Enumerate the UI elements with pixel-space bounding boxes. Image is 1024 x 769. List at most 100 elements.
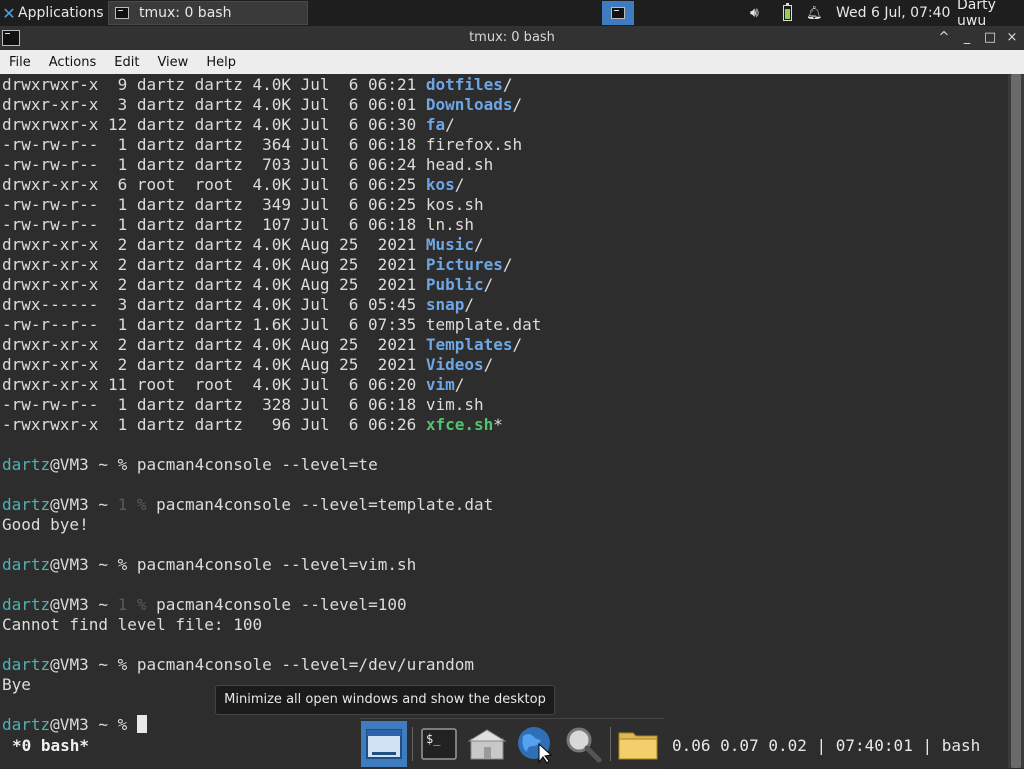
close-button[interactable]: ×	[1003, 29, 1021, 47]
listing-line: -rw-rw-r-- 1 dartz dartz 349 Jul 6 06:25…	[2, 195, 484, 215]
prompt-user: dartz	[2, 655, 51, 674]
dir-suffix: /	[474, 235, 484, 254]
applications-menu-button[interactable]: ✕ Applications	[0, 0, 104, 26]
home-folder-icon[interactable]	[464, 721, 510, 767]
window-titlebar[interactable]: tmux: 0 bash ^ _ □ ×	[0, 26, 1024, 50]
dir-suffix: /	[512, 335, 523, 354]
file-meta: drwxr-xr-x 2 dartz dartz 4.0K Aug 25 202…	[2, 335, 426, 354]
file-meta: drwxr-xr-x 2 dartz dartz 4.0K Aug 25 202…	[2, 235, 426, 254]
terminal-icon	[115, 7, 129, 19]
command-text: % pacman4console --level=/dev/urandom	[117, 655, 475, 674]
terminal-icon[interactable]: $_	[416, 721, 462, 767]
dir-suffix: /	[512, 95, 523, 114]
output-line: Cannot find level file: 100	[2, 615, 262, 635]
maximize-button[interactable]: □	[981, 29, 999, 47]
dir-suffix: /	[445, 115, 455, 134]
listing-line: drwxr-xr-x 11 root root 4.0K Jul 6 06:20…	[2, 375, 464, 395]
user-menu[interactable]: Darty uwu	[957, 0, 1024, 29]
output-line: Bye	[2, 675, 31, 695]
file-name: Templates	[425, 335, 513, 354]
file-name: kos.sh	[425, 195, 484, 214]
file-meta: drwxrwxr-x 12 dartz dartz 4.0K Jul 6 06:…	[2, 115, 426, 134]
file-name: snap	[425, 295, 465, 314]
command-text: pacman4console --level=100	[156, 595, 407, 614]
file-name: vim.sh	[425, 395, 484, 414]
file-meta: drwxr-xr-x 2 dartz dartz 4.0K Aug 25 202…	[2, 255, 426, 274]
prompt-line: dartz@VM3 ~ % pacman4console --level=te	[2, 455, 378, 475]
listing-line: drwxr-xr-x 2 dartz dartz 4.0K Aug 25 202…	[2, 235, 484, 255]
menu-edit[interactable]: Edit	[105, 55, 148, 70]
prompt-symbol: %	[117, 715, 137, 734]
clock[interactable]: Wed 6 Jul, 07:40	[836, 5, 950, 21]
battery-icon[interactable]	[783, 3, 792, 21]
prompt-line: dartz@VM3 ~ 1 % pacman4console --level=t…	[2, 495, 493, 515]
show-desktop-icon[interactable]	[361, 721, 407, 767]
window-title: tmux: 0 bash	[469, 30, 555, 45]
file-name: template.dat	[425, 315, 542, 334]
listing-line: -rw-rw-r-- 1 dartz dartz 328 Jul 6 06:18…	[2, 395, 484, 415]
listing-line: -rw-rw-r-- 1 dartz dartz 703 Jul 6 06:24…	[2, 155, 493, 175]
shade-button[interactable]: ^	[935, 29, 953, 47]
volume-icon[interactable]: 🔊︎	[750, 5, 759, 21]
file-name: head.sh	[425, 155, 494, 174]
prompt-user: dartz	[2, 595, 51, 614]
menu-bar: File Actions Edit View Help	[0, 50, 1024, 74]
prompt-user: dartz	[2, 555, 51, 574]
minimize-button[interactable]: _	[958, 29, 976, 47]
xfce-logo-icon: ✕	[2, 3, 16, 23]
command-output: Cannot find level file: 100	[2, 615, 263, 634]
workspace-switcher[interactable]	[602, 1, 634, 25]
applications-label: Applications	[18, 5, 104, 21]
terminal-area[interactable]: drwxrwxr-x 9 dartz dartz 4.0K Jul 6 06:2…	[0, 74, 1008, 768]
menu-actions[interactable]: Actions	[40, 55, 106, 70]
listing-line: drwxr-xr-x 3 dartz dartz 4.0K Jul 6 06:0…	[2, 95, 522, 115]
file-name: dotfiles	[425, 75, 503, 94]
listing-line: drwxr-xr-x 6 root root 4.0K Jul 6 06:25 …	[2, 175, 464, 195]
prompt-host: @VM3 ~	[50, 595, 118, 614]
file-name: Music	[425, 235, 475, 254]
prompt-line: dartz@VM3 ~ % pacman4console --level=vim…	[2, 555, 416, 575]
listing-line: drwxrwxr-x 12 dartz dartz 4.0K Jul 6 06:…	[2, 115, 455, 135]
notification-bell-icon[interactable]: 🔔︎	[806, 6, 823, 21]
file-name: firefox.sh	[425, 135, 523, 154]
dir-suffix: /	[483, 355, 494, 374]
taskbar-window-button[interactable]: tmux: 0 bash	[108, 1, 308, 25]
menu-help[interactable]: Help	[197, 55, 245, 70]
command-output: Bye	[2, 675, 31, 694]
file-meta: drwxr-xr-x 2 dartz dartz 4.0K Aug 25 202…	[2, 355, 426, 374]
dir-suffix: /	[454, 175, 465, 194]
listing-line: drwxrwxr-x 9 dartz dartz 4.0K Jul 6 06:2…	[2, 75, 513, 95]
exit-code: 1 %	[117, 495, 157, 514]
dir-suffix: /	[464, 295, 475, 314]
terminal-scrollbar[interactable]	[1008, 74, 1024, 768]
command-text: pacman4console --level=template.dat	[156, 495, 494, 514]
menu-view[interactable]: View	[148, 55, 197, 70]
menu-file[interactable]: File	[0, 55, 40, 70]
dir-suffix: /	[483, 275, 494, 294]
dir-suffix: /	[454, 375, 465, 394]
top-panel: ✕ Applications tmux: 0 bash 🔊︎ 🔔︎ Wed 6 …	[0, 0, 1024, 29]
tmux-status-right: 0.06 0.07 0.02 | 07:40:01 | bash	[672, 736, 981, 755]
listing-line: -rw-rw-r-- 1 dartz dartz 107 Jul 6 06:18…	[2, 215, 474, 235]
svg-text:$_: $_	[426, 732, 441, 746]
listing-line: drwxr-xr-x 2 dartz dartz 4.0K Aug 25 202…	[2, 335, 522, 355]
exe-suffix: *	[493, 415, 503, 434]
app-finder-icon[interactable]	[560, 721, 606, 767]
listing-line: drwxr-xr-x 2 dartz dartz 4.0K Aug 25 202…	[2, 255, 513, 275]
web-browser-icon[interactable]	[512, 721, 558, 767]
listing-line: drwxr-xr-x 2 dartz dartz 4.0K Aug 25 202…	[2, 275, 493, 295]
dir-suffix: /	[502, 255, 513, 274]
listing-line: drwxr-xr-x 2 dartz dartz 4.0K Aug 25 202…	[2, 355, 493, 375]
file-meta: drwxrwxr-x 9 dartz dartz 4.0K Jul 6 06:2…	[2, 75, 426, 94]
prompt-host: @VM3 ~	[50, 555, 118, 574]
file-name: xfce.sh	[425, 415, 494, 434]
prompt-line: dartz@VM3 ~ 1 % pacman4console --level=1…	[2, 595, 407, 615]
scrollbar-thumb[interactable]	[1011, 74, 1021, 768]
prompt-user: dartz	[2, 715, 51, 734]
prompt-user: dartz	[2, 495, 51, 514]
output-line: Good bye!	[2, 515, 89, 535]
file-meta: drwx------ 3 dartz dartz 4.0K Jul 6 05:4…	[2, 295, 426, 314]
file-meta: -rw-rw-r-- 1 dartz dartz 703 Jul 6 06:24	[2, 155, 426, 174]
file-name: fa	[425, 115, 446, 134]
file-manager-icon[interactable]	[615, 721, 661, 767]
